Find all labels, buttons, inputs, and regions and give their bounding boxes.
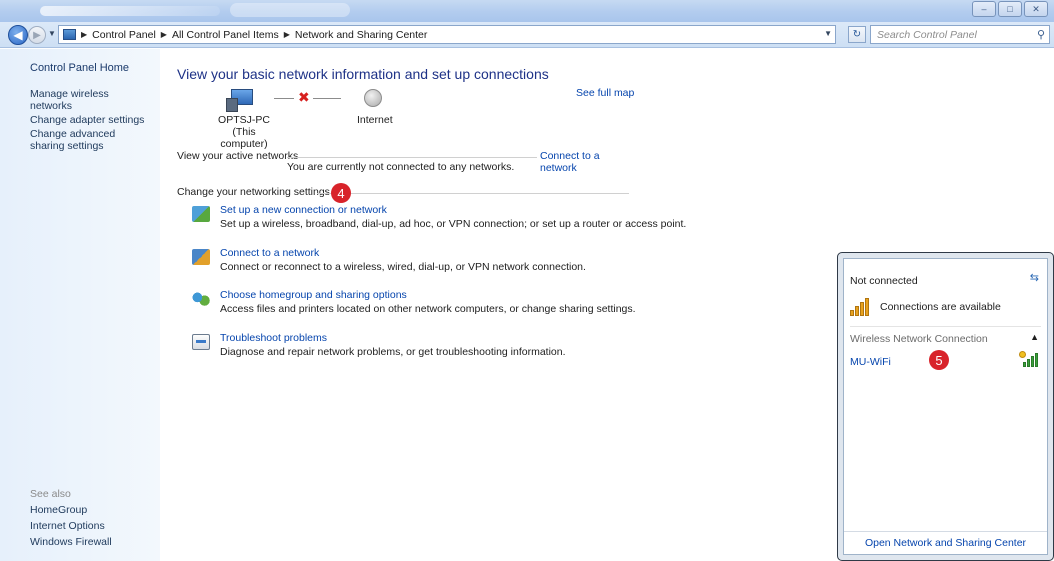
network-flyout: Not connected ⇆ Connections are availabl… <box>837 252 1054 561</box>
wireless-section-label: Wireless Network Connection <box>850 333 988 345</box>
homegroup-icon <box>192 291 210 307</box>
setup-connection-icon <box>192 206 210 222</box>
breadcrumb-network-sharing-center[interactable]: Network and Sharing Center <box>295 29 428 41</box>
internet-globe-icon <box>364 89 382 107</box>
wifi-signal-icon <box>1019 351 1039 367</box>
troubleshoot-desc: Diagnose and repair network problems, or… <box>220 346 566 358</box>
wifi-network-item[interactable]: MU-WiFi <box>850 356 891 368</box>
address-bar: ◀ ▶ ▼ ▶ Control Panel ▶ All Control Pane… <box>0 22 1054 48</box>
refresh-button[interactable]: ↻ <box>848 26 866 43</box>
refresh-networks-icon[interactable]: ⇆ <box>1030 271 1039 284</box>
signal-strength-icon <box>850 298 872 316</box>
see-also-label: See also <box>30 488 71 500</box>
sidebar-item-manage-wireless[interactable]: Manage wireless networks <box>30 88 150 112</box>
minimize-button[interactable]: – <box>972 1 996 17</box>
window-title-blurred <box>40 6 220 16</box>
title-bar: – □ ✕ <box>0 0 1054 22</box>
breadcrumb-separator-icon[interactable]: ▶ <box>161 30 167 39</box>
step-badge-5: 5 <box>929 350 949 370</box>
change-settings-label: Change your networking settings <box>177 186 330 198</box>
connections-available: Connections are available <box>880 301 1001 313</box>
not-connected-message: You are currently not connected to any n… <box>287 161 515 173</box>
see-also-homegroup[interactable]: HomeGroup <box>30 504 112 516</box>
see-also-links: HomeGroup Internet Options Windows Firew… <box>30 504 112 552</box>
computer-name: OPTSJ-PC <box>218 114 270 126</box>
connect-network-icon <box>192 249 210 265</box>
recent-pages-dropdown[interactable]: ▼ <box>48 29 56 38</box>
sidebar-item-change-adapter[interactable]: Change adapter settings <box>30 114 150 126</box>
search-input[interactable]: Search Control Panel ⚲ <box>870 25 1050 44</box>
page-title: View your basic network information and … <box>177 66 549 82</box>
breadcrumb-all-items[interactable]: All Control Panel Items <box>172 29 279 41</box>
back-button[interactable]: ◀ <box>8 25 28 45</box>
sidebar-item-advanced-sharing[interactable]: Change advanced sharing settings <box>30 128 150 152</box>
sidebar-tasks: Manage wireless networks Change adapter … <box>30 88 150 154</box>
control-panel-icon <box>63 29 76 40</box>
collapse-chevron-icon[interactable]: ▲ <box>1030 332 1039 342</box>
see-also-internet-options[interactable]: Internet Options <box>30 520 112 532</box>
active-networks-label: View your active networks <box>177 150 299 162</box>
sidebar-control-panel-home[interactable]: Control Panel Home <box>30 62 129 74</box>
search-icon[interactable]: ⚲ <box>1037 28 1045 41</box>
sidebar: Control Panel Home Manage wireless netwo… <box>0 49 160 561</box>
homegroup-link[interactable]: Choose homegroup and sharing options <box>220 289 407 301</box>
setup-connection-desc: Set up a wireless, broadband, dial-up, a… <box>220 218 687 230</box>
see-full-map-link[interactable]: See full map <box>576 87 634 99</box>
troubleshoot-link[interactable]: Troubleshoot problems <box>220 332 327 344</box>
divider <box>844 531 1047 532</box>
connect-to-network-link[interactable]: Connect to a network <box>538 150 637 174</box>
homegroup-desc: Access files and printers located on oth… <box>220 303 636 315</box>
divider <box>317 193 629 194</box>
computer-sub: (This computer) <box>220 126 268 150</box>
internet-label: Internet <box>357 114 393 126</box>
window-controls: – □ ✕ <box>972 1 1048 17</box>
divider <box>287 157 537 158</box>
network-line <box>274 98 294 99</box>
troubleshoot-icon <box>192 334 210 350</box>
computer-icon <box>226 89 253 112</box>
disconnected-x-icon[interactable]: ✖ <box>298 89 310 106</box>
computer-label: OPTSJ-PC (This computer) <box>209 114 279 150</box>
connect-network-link[interactable]: Connect to a network <box>220 247 319 259</box>
breadcrumb-separator-icon[interactable]: ▶ <box>81 30 87 39</box>
network-flyout-panel: Not connected ⇆ Connections are availabl… <box>843 258 1048 555</box>
address-dropdown-icon[interactable]: ▼ <box>824 29 832 38</box>
breadcrumb-control-panel[interactable]: Control Panel <box>92 29 156 41</box>
close-button[interactable]: ✕ <box>1024 1 1048 17</box>
forward-button[interactable]: ▶ <box>28 26 46 44</box>
breadcrumb[interactable]: ▶ Control Panel ▶ All Control Panel Item… <box>58 25 836 44</box>
see-also-windows-firewall[interactable]: Windows Firewall <box>30 536 112 548</box>
change-settings-section: Change your networking settings <box>177 186 629 200</box>
connect-network-desc: Connect or reconnect to a wireless, wire… <box>220 261 586 273</box>
breadcrumb-separator-icon[interactable]: ▶ <box>284 30 290 39</box>
wifi-security-star-icon <box>1019 351 1026 358</box>
search-placeholder: Search Control Panel <box>877 28 977 41</box>
divider <box>850 326 1041 327</box>
window-title-blurred-extra <box>230 3 350 17</box>
open-network-sharing-center-link[interactable]: Open Network and Sharing Center <box>844 537 1047 549</box>
network-map: ✖ OPTSJ-PC (This computer) Internet <box>177 87 477 150</box>
maximize-button[interactable]: □ <box>998 1 1022 17</box>
connection-status: Not connected <box>850 275 918 287</box>
setup-connection-link[interactable]: Set up a new connection or network <box>220 204 387 216</box>
network-line <box>313 98 341 99</box>
step-badge-4: 4 <box>331 183 351 203</box>
